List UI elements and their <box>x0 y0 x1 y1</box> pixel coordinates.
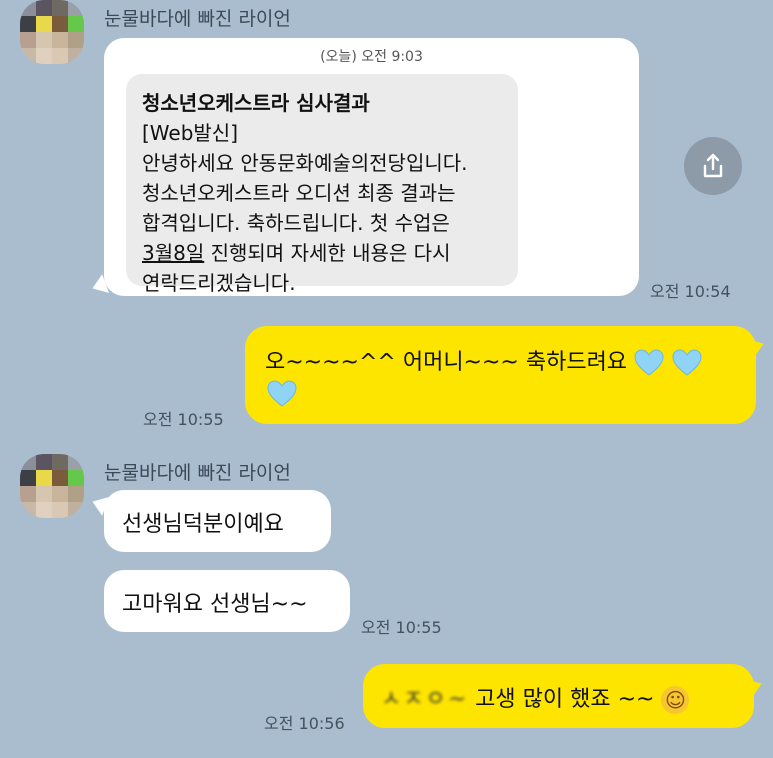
share-button[interactable] <box>684 137 742 195</box>
sender-name: 눈물바다에 빠진 라이언 <box>104 462 291 484</box>
heart-icon <box>672 349 702 376</box>
my-message-line2 <box>267 380 297 408</box>
smile-emoji-icon: ☺ <box>661 686 690 714</box>
sms-body-line2: 청소년오케스트라 오디션 최종 결과는 <box>142 181 456 205</box>
my-message-text: 오~~~~^^ 어머니~~~ 축하드려요 <box>265 350 628 375</box>
avatar[interactable] <box>20 0 84 64</box>
their-message-text: 선생님덕분이예요 <box>122 512 284 537</box>
their-message-text: 고마워요 선생님~~ <box>122 592 308 617</box>
my-message-bubble[interactable]: 오~~~~^^ 어머니~~~ 축하드려요 <box>245 326 756 424</box>
sms-date-label: (오늘) 오전 9:03 <box>320 49 423 65</box>
my-message-bubble[interactable]: ㅅㅈㅇ~ 고생 많이 했죠 ~~ ☺ <box>363 664 754 728</box>
message-time: 오전 10:54 <box>650 282 731 301</box>
heart-icon <box>634 349 664 376</box>
sms-body-line3: 합격입니다. 축하드립니다. 첫 수업은 <box>142 211 450 235</box>
sender-name: 눈물바다에 빠진 라이언 <box>104 8 291 30</box>
sms-title-line2: [Web발신] <box>142 121 239 145</box>
sms-card: 청소년오케스트라 심사결과 [Web발신] 안녕하세요 안동문화예술의전당입니다… <box>126 74 518 295</box>
sms-title-line1: 청소년오케스트라 심사결과 <box>142 91 370 115</box>
their-message-bubble[interactable]: 고마워요 선생님~~ <box>104 570 350 632</box>
message-time: 오전 10:55 <box>361 618 442 637</box>
message-time: 오전 10:55 <box>143 410 224 429</box>
message-time: 오전 10:56 <box>264 714 345 733</box>
share-icon <box>703 153 723 178</box>
avatar[interactable] <box>20 454 84 518</box>
my-message-line: ㅅㅈㅇ~ 고생 많이 했죠 ~~ ☺ <box>381 681 690 714</box>
sms-message-bubble[interactable]: (오늘) 오전 9:03 청소년오케스트라 심사결과 [Web발신] 안녕하세요… <box>104 38 639 296</box>
their-message-bubble[interactable]: 선생님덕분이예요 <box>104 490 331 552</box>
sms-body-line1: 안녕하세요 안동문화예술의전당입니다. <box>142 151 468 175</box>
sms-date-link[interactable]: 3월8일 <box>142 241 204 265</box>
my-message-text: 고생 많이 했죠 ~~ <box>475 687 655 712</box>
sms-body-line5: 연락드리겠습니다. <box>142 271 296 295</box>
sms-body-line4: 3월8일 진행되며 자세한 내용은 다시 <box>142 238 500 268</box>
blurred-name: ㅅㅈㅇ~ <box>381 687 469 712</box>
sms-body-line4-rest: 진행되며 자세한 내용은 다시 <box>204 241 451 265</box>
my-message-line: 오~~~~^^ 어머니~~~ 축하드려요 <box>265 344 702 377</box>
heart-icon <box>267 380 297 407</box>
